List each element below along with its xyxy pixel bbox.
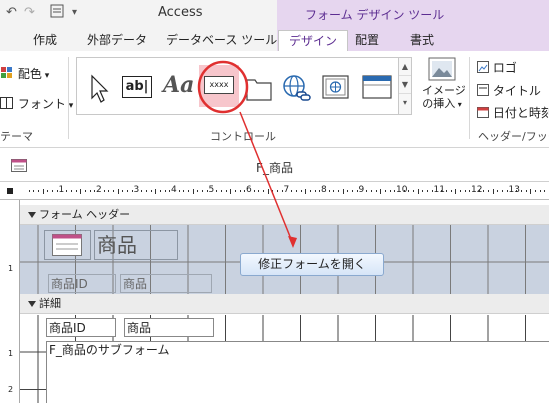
controls-gallery: ab| Aa xxxx ▲ ▼ ▾ — [76, 57, 412, 115]
logo-label: ロゴ — [492, 61, 517, 75]
hyperlink-icon[interactable] — [281, 68, 311, 106]
insert-image-label-2: の挿入 — [422, 97, 456, 110]
form-selector[interactable] — [7, 188, 13, 194]
colors-label: 配色 — [17, 67, 42, 81]
view-icon[interactable] — [50, 4, 64, 22]
tab-design[interactable]: デザイン — [278, 30, 349, 51]
ruler-number: 5 — [208, 185, 215, 195]
logo-icon — [477, 61, 489, 73]
tab-database-tools[interactable]: データベース ツール — [166, 30, 277, 51]
redo-icon[interactable]: ↷ — [24, 4, 35, 22]
vertical-ruler: 1 1 2 — [0, 200, 20, 403]
button-control-highlight[interactable]: xxxx — [199, 65, 239, 107]
title-label: タイトル — [492, 84, 541, 98]
app-title: Access — [158, 5, 203, 20]
ruler-number: 6 — [246, 185, 252, 195]
ruler-number: 7 — [283, 185, 290, 195]
gallery-scrollbar[interactable]: ▲ ▼ ▾ — [398, 58, 411, 114]
document-tab-bar: F_商品 — [0, 149, 549, 182]
form-header-section-bar[interactable]: フォーム ヘッダー — [20, 205, 549, 225]
fonts-label: フォント — [17, 97, 66, 111]
subform-label: F_商品のサブフォーム — [49, 343, 170, 357]
theme-group-label: テーマ — [0, 130, 33, 143]
ruler-number: 9 — [358, 185, 365, 195]
image-icon — [428, 57, 456, 81]
header-label-product[interactable]: 商品 — [120, 274, 212, 293]
detail-field-product-id[interactable]: 商品ID — [46, 318, 116, 337]
title-icon — [477, 84, 489, 96]
detail-field-product[interactable]: 商品 — [124, 318, 214, 337]
fonts-icon — [0, 97, 13, 109]
qat-customize-icon[interactable]: ▾ — [72, 4, 77, 22]
form-title-label[interactable]: 商品 — [94, 230, 178, 260]
ruler-number: 8 — [321, 185, 327, 195]
ribbon: 配色 ▾ フォント ▾ テーマ ab| Aa xxxx ▲ ▼ ▾ コントロール… — [0, 51, 549, 148]
header-label-product-id[interactable]: 商品ID — [48, 274, 116, 293]
datetime-label: 日付と時刻 — [492, 106, 549, 120]
ruler-number: 2 — [96, 185, 102, 195]
detail-area[interactable]: 商品ID 商品 F_商品のサブフォーム — [20, 315, 549, 403]
ruler-number: 3 — [133, 185, 140, 195]
textbox-icon[interactable]: ab| — [122, 76, 152, 98]
colors-button[interactable]: 配色 ▾ — [0, 65, 49, 82]
fonts-button[interactable]: フォント ▾ — [0, 95, 73, 112]
ruler-number: 13 — [508, 185, 520, 195]
gallery-more-icon[interactable]: ▾ — [399, 94, 411, 112]
ruler-number: 4 — [171, 185, 177, 195]
gallery-scroll-up-icon[interactable]: ▲ — [399, 58, 411, 76]
colors-icon — [1, 67, 12, 78]
label-icon[interactable]: Aa — [163, 72, 194, 110]
logo-placeholder[interactable] — [44, 230, 91, 260]
tab-create[interactable]: 作成 — [33, 30, 57, 51]
tab-arrange[interactable]: 配置 — [355, 30, 379, 51]
title-bar: ↶ ↷ ▾ Access フォーム デザイン ツール — [0, 0, 549, 27]
ribbon-tabs: 作成 外部データ データベース ツール デザイン 配置 書式 — [0, 27, 549, 51]
controls-group-label: コントロール — [210, 130, 276, 143]
tab-format[interactable]: 書式 — [410, 30, 434, 51]
button-icon: xxxx — [204, 76, 234, 94]
detail-label: 詳細 — [39, 297, 61, 310]
calendar-icon — [477, 107, 489, 118]
ruler-number: 10 — [396, 185, 408, 195]
horizontal-ruler: 1 2 3 4 5 6 7 8 9 10 11 12 13 — [0, 183, 549, 200]
header-footer-group-label: ヘッダー/フッター — [478, 130, 549, 143]
tab-control-icon[interactable] — [245, 68, 273, 106]
subform-control[interactable]: F_商品のサブフォーム — [46, 341, 549, 403]
form-header-label: フォーム ヘッダー — [39, 208, 131, 221]
ruler-number: 11 — [433, 185, 445, 195]
insert-image-button[interactable]: イメージ の挿入 ▾ — [422, 57, 466, 121]
insert-image-label-1: イメージ — [422, 84, 466, 97]
document-title: F_商品 — [256, 161, 293, 175]
datetime-button[interactable]: 日付と時刻 — [477, 104, 549, 121]
contextual-title: フォーム デザイン ツール — [305, 8, 445, 22]
form-design-window: F_商品 1 2 3 4 5 6 7 8 9 10 11 12 13 1 1 2 フォーム ヘッダー 商… — [0, 149, 549, 403]
logo-image-icon — [52, 234, 82, 256]
open-edit-form-button[interactable]: 修正フォームを開く — [240, 253, 384, 276]
title-button[interactable]: タイトル — [477, 82, 541, 99]
gallery-scroll-down-icon[interactable]: ▼ — [399, 76, 411, 94]
ruler-number: 12 — [471, 185, 483, 195]
select-pointer-icon[interactable] — [89, 68, 109, 106]
detail-section-bar[interactable]: 詳細 — [20, 294, 549, 314]
ruler-number: 1 — [58, 185, 65, 195]
undo-icon[interactable]: ↶ — [6, 4, 17, 22]
navigation-control-icon[interactable] — [361, 68, 393, 106]
logo-button[interactable]: ロゴ — [477, 59, 517, 76]
web-browser-icon[interactable] — [321, 68, 351, 106]
contextual-tab-group: フォーム デザイン ツール — [277, 0, 549, 27]
tab-external-data[interactable]: 外部データ — [87, 30, 147, 51]
